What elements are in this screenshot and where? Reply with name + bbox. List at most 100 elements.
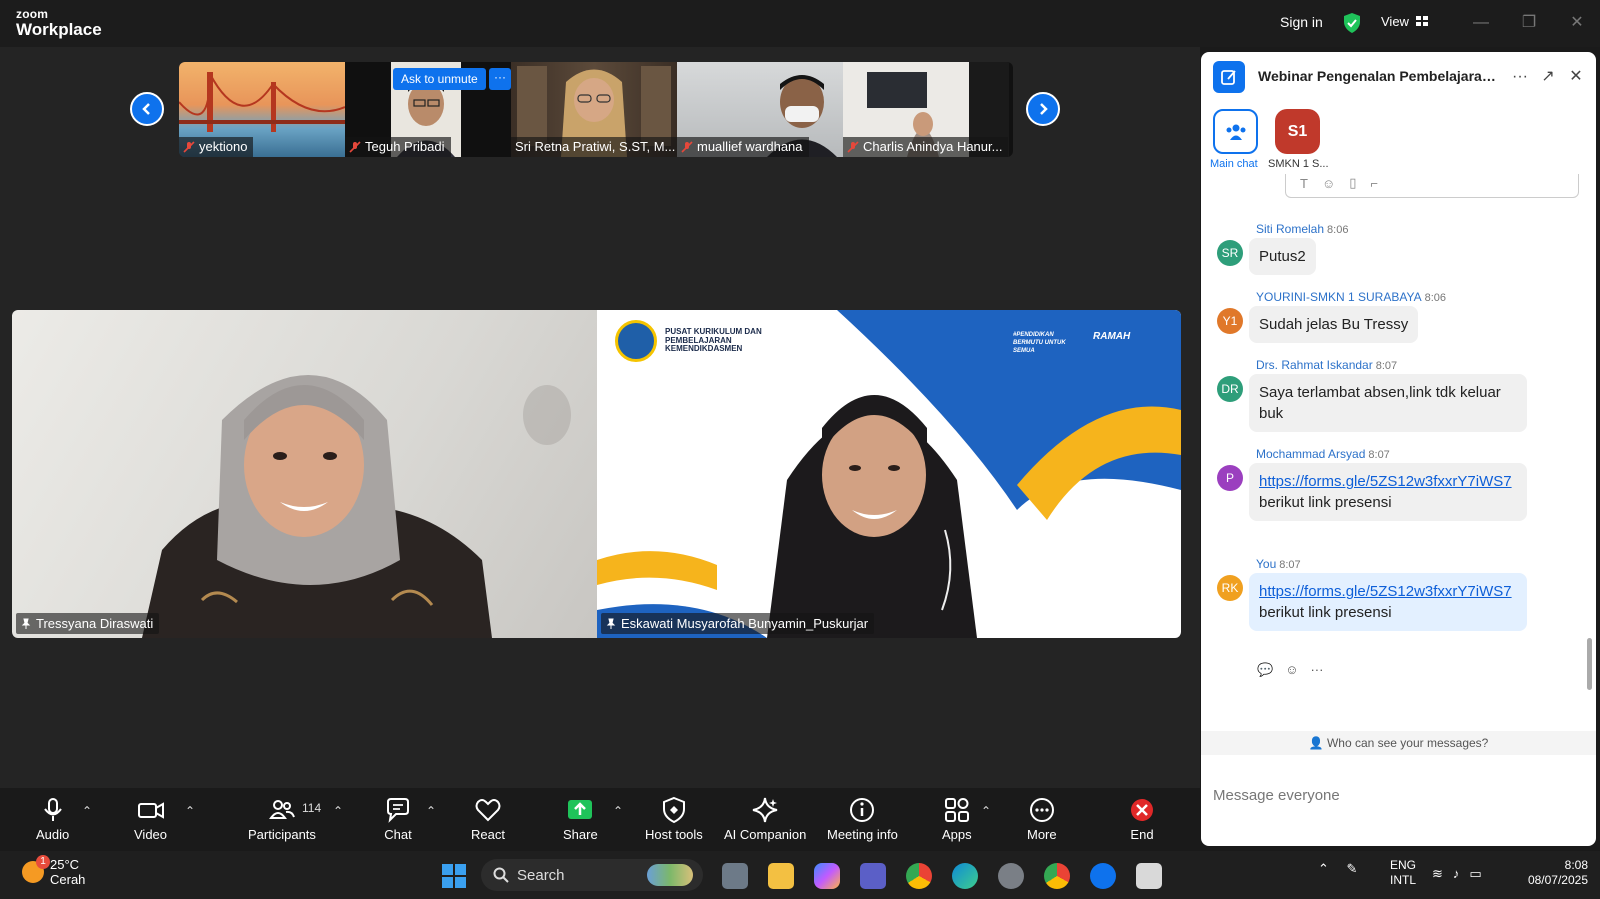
input-language[interactable]: ENG INTL bbox=[1390, 858, 1416, 888]
smkn-channel[interactable]: S1 bbox=[1275, 109, 1320, 154]
speaker-name: Eskawati Musyarofah Bunyamin_Puskurjar bbox=[621, 616, 869, 631]
microphone-icon bbox=[43, 798, 62, 821]
participant-thumbnail[interactable]: Sri Retna Pratiwi, S.ST, M... bbox=[511, 62, 677, 157]
text-format-icon[interactable]: T bbox=[1300, 176, 1308, 191]
participant-name-tag: Charlis Anindya Hanur... bbox=[843, 137, 1009, 157]
previous-page-button[interactable] bbox=[130, 92, 164, 126]
thumbnail-more-button[interactable]: ··· bbox=[489, 68, 511, 90]
more-dots-icon bbox=[1029, 798, 1054, 822]
person-lock-icon: 👤 bbox=[1308, 736, 1324, 750]
react-button[interactable]: React bbox=[471, 796, 505, 842]
shield-icon bbox=[662, 796, 685, 824]
share-button[interactable]: Share bbox=[563, 796, 598, 842]
message-text: berikut link presensi bbox=[1259, 604, 1392, 621]
message-bubble: Putus2 bbox=[1249, 238, 1316, 275]
apps-options-caret-icon[interactable]: ⌃ bbox=[981, 804, 991, 818]
windows-start-icon[interactable] bbox=[441, 863, 467, 889]
meeting-toolbar: Audio ⌃ Video ⌃ Participants 114 ⌃ Chat … bbox=[0, 788, 1200, 848]
chrome-profile-icon[interactable] bbox=[1044, 863, 1070, 889]
weather-condition: Cerah bbox=[50, 872, 86, 887]
presence-form-link[interactable]: https://forms.gle/5ZS12w3fxxrY7iWS7 bbox=[1259, 471, 1517, 492]
teams-icon[interactable] bbox=[860, 863, 886, 889]
next-page-button[interactable] bbox=[1026, 92, 1060, 126]
presence-form-link[interactable]: https://forms.gle/5ZS12w3fxxrY7iWS7 bbox=[1259, 581, 1517, 602]
pop-out-icon[interactable]: ↗ bbox=[1537, 66, 1559, 88]
zoom-app-icon[interactable] bbox=[1090, 863, 1116, 889]
video-options-caret-icon[interactable]: ⌃ bbox=[185, 804, 195, 818]
close-window-icon[interactable]: ✕ bbox=[1564, 10, 1590, 36]
main-chat-channel[interactable] bbox=[1213, 109, 1258, 154]
clock[interactable]: 8:08 08/07/2025 bbox=[1516, 858, 1588, 888]
chat-scrollbar[interactable] bbox=[1587, 638, 1592, 690]
snipping-tool-icon[interactable] bbox=[1136, 863, 1162, 889]
restore-icon[interactable]: ❐ bbox=[1516, 10, 1542, 36]
apps-icon bbox=[944, 798, 969, 822]
view-button[interactable]: View bbox=[1381, 14, 1429, 29]
meeting-info-label: Meeting info bbox=[827, 827, 898, 842]
participant-thumbnail[interactable]: yektiono bbox=[179, 62, 345, 157]
message-input[interactable]: Message everyone bbox=[1213, 787, 1340, 804]
message-text: berikut link presensi bbox=[1259, 494, 1392, 511]
ai-companion-button[interactable]: AI Companion bbox=[724, 796, 806, 842]
active-video-left[interactable]: Tressyana Diraswati bbox=[12, 310, 597, 638]
muted-mic-icon bbox=[847, 140, 859, 153]
participant-name: Teguh Pribadi bbox=[365, 139, 445, 154]
edge-icon[interactable] bbox=[952, 863, 978, 889]
status-icons[interactable]: ≋ ♪ ▭ bbox=[1432, 866, 1482, 882]
security-shield-icon[interactable] bbox=[1341, 12, 1363, 39]
chat-options-caret-icon[interactable]: ⌃ bbox=[426, 804, 436, 818]
task-view-icon[interactable] bbox=[722, 863, 748, 889]
muted-mic-icon bbox=[183, 140, 195, 153]
copilot-icon[interactable] bbox=[814, 863, 840, 889]
avatar: DR bbox=[1217, 376, 1243, 402]
audio-options-caret-icon[interactable]: ⌃ bbox=[82, 804, 92, 818]
ask-to-unmute-button[interactable]: Ask to unmute bbox=[393, 68, 486, 90]
file-icon[interactable]: ▯ bbox=[1349, 175, 1356, 191]
reply-icon[interactable]: 💬 bbox=[1257, 662, 1273, 678]
emoji-icon[interactable]: ☺ bbox=[1322, 176, 1335, 191]
participant-thumbnail[interactable]: Charlis Anindya Hanur... bbox=[843, 62, 1009, 157]
who-can-see-link[interactable]: 👤 Who can see your messages? bbox=[1201, 731, 1596, 755]
more-button[interactable]: More bbox=[1027, 796, 1057, 842]
search-icon bbox=[493, 867, 509, 883]
view-label: View bbox=[1381, 14, 1409, 29]
system-tray: ⌃ ✎ bbox=[1318, 861, 1357, 877]
chat-header: Webinar Pengenalan Pembelajaran ... ··· … bbox=[1201, 52, 1596, 102]
chat-button[interactable]: Chat bbox=[384, 796, 412, 842]
close-chat-icon[interactable]: ✕ bbox=[1565, 66, 1587, 88]
weather-widget[interactable]: 1 25°C Cerah bbox=[22, 855, 86, 887]
host-tools-button[interactable]: Host tools bbox=[645, 796, 703, 842]
pen-icon[interactable]: ✎ bbox=[1347, 861, 1358, 876]
more-label: More bbox=[1027, 827, 1057, 842]
message-more-icon[interactable]: ··· bbox=[1310, 662, 1323, 678]
video-button[interactable]: Video bbox=[134, 796, 167, 842]
react-label: React bbox=[471, 827, 505, 842]
active-video-right[interactable]: PUSAT KURIKULUM DAN PEMBELAJARAN KEMENDI… bbox=[597, 310, 1181, 638]
add-reaction-icon[interactable]: ☺ bbox=[1285, 662, 1298, 678]
taskbar-search[interactable]: Search bbox=[481, 859, 703, 891]
participants-count: 114 bbox=[302, 801, 322, 815]
chrome-icon[interactable] bbox=[906, 863, 932, 889]
ai-companion-label: AI Companion bbox=[724, 827, 807, 842]
share-options-caret-icon[interactable]: ⌃ bbox=[613, 804, 623, 818]
sparkle-icon bbox=[752, 797, 778, 823]
file-explorer-icon[interactable] bbox=[768, 863, 794, 889]
meeting-info-button[interactable]: Meeting info bbox=[827, 796, 898, 842]
settings-gear-icon[interactable] bbox=[998, 863, 1024, 889]
participants-options-caret-icon[interactable]: ⌃ bbox=[333, 804, 343, 818]
minimize-icon[interactable]: — bbox=[1468, 10, 1494, 36]
show-hidden-icons-chevron-icon[interactable]: ⌃ bbox=[1318, 861, 1329, 876]
end-meeting-button[interactable]: End bbox=[1128, 796, 1156, 842]
participant-name-tag: Sri Retna Pratiwi, S.ST, M... bbox=[511, 137, 677, 157]
pin-icon bbox=[606, 618, 616, 629]
speaker-name: Tressyana Diraswati bbox=[36, 616, 154, 631]
audio-button[interactable]: Audio bbox=[36, 796, 69, 842]
main-chat-label: Main chat bbox=[1210, 158, 1258, 170]
screenshot-icon[interactable]: ⌐ bbox=[1370, 176, 1378, 191]
participant-thumbnail[interactable]: muallief wardhana bbox=[677, 62, 843, 157]
chat-more-icon[interactable]: ··· bbox=[1509, 66, 1531, 88]
apps-button[interactable]: Apps bbox=[942, 796, 972, 842]
chat-label: Chat bbox=[384, 827, 412, 842]
keyboard-layout: INTL bbox=[1390, 873, 1417, 887]
sign-in-button[interactable]: Sign in bbox=[1280, 14, 1323, 30]
